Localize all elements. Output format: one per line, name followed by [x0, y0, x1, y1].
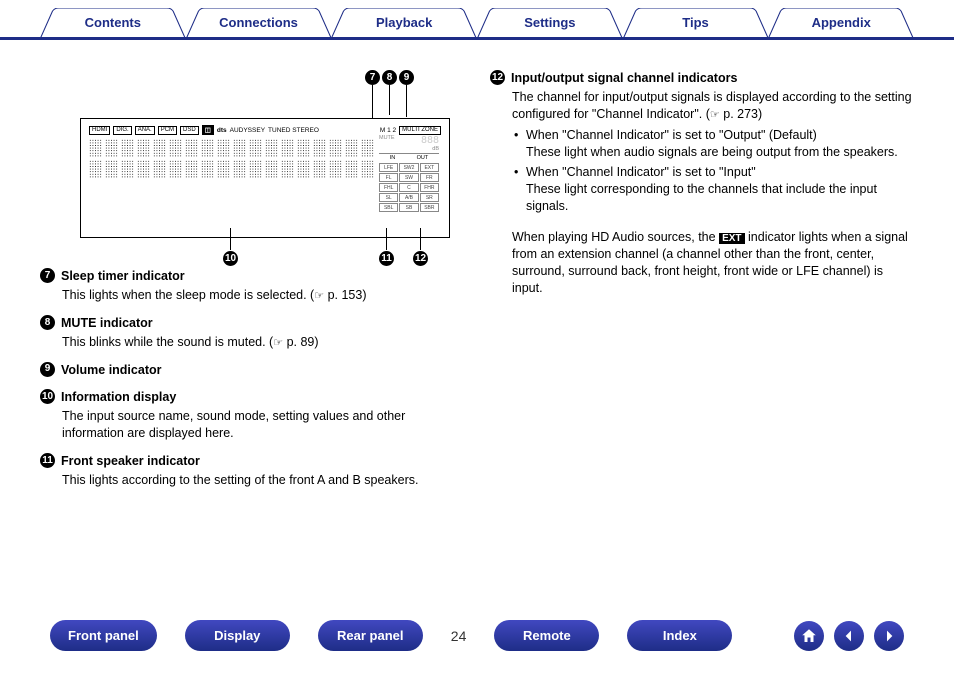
channel-sb: SB: [399, 203, 418, 212]
callout-10: 10: [223, 251, 238, 266]
item-12-pref[interactable]: p. 273: [723, 107, 758, 121]
nav-icons: [794, 621, 904, 651]
callout-12: 12: [413, 251, 428, 266]
label-audyssey: AUDYSSEY: [230, 127, 265, 134]
item-body: This lights when the sleep mode is selec…: [62, 288, 307, 302]
pref-link[interactable]: p. 89: [287, 335, 315, 349]
tab-playback[interactable]: Playback: [331, 8, 477, 37]
channel-panel: MUTE 888 dB IN OUT LFESW2EXTFLSWFRFHLCFH…: [379, 135, 439, 212]
items-left: 7 Sleep timer indicator This lights when t…: [40, 268, 460, 489]
home-icon[interactable]: [794, 621, 824, 651]
channel-sbr: SBR: [420, 203, 439, 212]
top-nav: Contents Connections Playback Settings T…: [0, 0, 954, 40]
btn-index[interactable]: Index: [627, 620, 732, 651]
label-m12: M 1 2: [380, 127, 396, 134]
page-number: 24: [451, 628, 467, 644]
next-icon[interactable]: [874, 621, 904, 651]
item-12-sub2-head: When "Channel Indicator" is set to "Inpu…: [526, 165, 756, 179]
item-12: 12 Input/output signal channel indicator…: [490, 70, 914, 297]
item-title: Information display: [61, 389, 176, 406]
item-12-sub1-body: These light when audio signals are being…: [526, 145, 898, 159]
callouts-bottom: 10 11 12: [80, 246, 450, 268]
btn-display[interactable]: Display: [185, 620, 290, 651]
tab-contents[interactable]: Contents: [40, 8, 186, 37]
channel-fl: FL: [379, 173, 398, 182]
item-11: 11 Front speaker indicator This lights acc…: [40, 453, 460, 489]
content: 7 8 9 HDMI DIG. ANA. PCM DSD ◫ dts AUDYS…: [0, 40, 954, 500]
tab-settings[interactable]: Settings: [477, 8, 623, 37]
bullet-9: 9: [40, 362, 55, 377]
callout-7: 7: [365, 70, 380, 85]
label-dts: dts: [217, 127, 227, 134]
channel-sr: SR: [420, 193, 439, 202]
bullet-12: 12: [490, 70, 505, 85]
tab-connections[interactable]: Connections: [186, 8, 332, 37]
label-ana: ANA.: [135, 126, 155, 135]
label-hdmi: HDMI: [89, 126, 110, 135]
bullet-10: 10: [40, 389, 55, 404]
label-dig: DIG.: [113, 126, 131, 135]
callout-8: 8: [382, 70, 397, 85]
bullet-7: 7: [40, 268, 55, 283]
callout-11: 11: [379, 251, 394, 266]
channel-grid: LFESW2EXT FLSWFR FHLCFHR SLA/BSR SBLSBSBR: [379, 163, 439, 212]
channel-sw2: SW2: [399, 163, 418, 172]
item-title: Volume indicator: [61, 362, 161, 379]
label-db: dB: [379, 146, 439, 152]
pointer-icon: ☞: [273, 337, 283, 349]
channel-fr: FR: [420, 173, 439, 182]
item-12-title: Input/output signal channel indicators: [511, 70, 737, 87]
item-10: 10 Information display The input source na…: [40, 389, 460, 442]
pointer-icon: ☞: [710, 109, 720, 121]
right-column: 12 Input/output signal channel indicator…: [490, 70, 914, 500]
pref-link[interactable]: p. 153: [328, 288, 363, 302]
item-body: This lights according to the setting of …: [62, 473, 418, 487]
label-dsd: DSD: [180, 126, 199, 135]
tab-appendix[interactable]: Appendix: [768, 8, 914, 37]
item-body: This blinks while the sound is muted.: [62, 335, 266, 349]
item-12-sub2-body: These light corresponding to the channel…: [526, 182, 877, 213]
label-pcm: PCM: [158, 126, 177, 135]
label-tuned: TUNED STEREO: [268, 127, 319, 134]
label-multizone: MULTI ZONE: [399, 126, 441, 135]
tab-tips[interactable]: Tips: [623, 8, 769, 37]
ext-badge: EXT: [719, 233, 744, 244]
bullet-11: 11: [40, 453, 55, 468]
item-8: 8 MUTE indicator This blinks while the sou…: [40, 315, 460, 351]
channel-a/b: A/B: [399, 193, 418, 202]
btn-front-panel[interactable]: Front panel: [50, 620, 157, 651]
callouts-top: 7 8 9: [80, 70, 450, 88]
channel-sw: SW: [399, 173, 418, 182]
prev-icon[interactable]: [834, 621, 864, 651]
channel-lfe: LFE: [379, 163, 398, 172]
diagram-top-row: HDMI DIG. ANA. PCM DSD ◫ dts AUDYSSEY TU…: [89, 125, 441, 135]
callout-9: 9: [399, 70, 414, 85]
display-diagram: HDMI DIG. ANA. PCM DSD ◫ dts AUDYSSEY TU…: [80, 118, 450, 238]
channel-sl: SL: [379, 193, 398, 202]
left-column: 7 8 9 HDMI DIG. ANA. PCM DSD ◫ dts AUDYS…: [40, 70, 460, 500]
item-9: 9 Volume indicator: [40, 362, 460, 379]
channel-c: C: [399, 183, 418, 192]
item-7: 7 Sleep timer indicator This lights when t…: [40, 268, 460, 304]
label-in: IN: [390, 155, 396, 161]
item-title: Sleep timer indicator: [61, 268, 185, 285]
bullet-8: 8: [40, 315, 55, 330]
item-12-sub1-head: When "Channel Indicator" is set to "Outp…: [526, 128, 817, 142]
bottom-nav: Front panel Display Rear panel 24 Remote…: [0, 620, 954, 651]
channel-fhl: FHL: [379, 183, 398, 192]
channel-sbl: SBL: [379, 203, 398, 212]
label-mute: MUTE: [379, 135, 395, 146]
btn-rear-panel[interactable]: Rear panel: [318, 620, 423, 651]
item-12-note1: When playing HD Audio sources, the: [512, 230, 716, 244]
channel-ext: EXT: [420, 163, 439, 172]
item-title: Front speaker indicator: [61, 453, 200, 470]
item-body: The input source name, sound mode, setti…: [62, 409, 405, 440]
item-title: MUTE indicator: [61, 315, 153, 332]
label-out: OUT: [417, 155, 429, 161]
pointer-icon: ☞: [314, 290, 324, 302]
btn-remote[interactable]: Remote: [494, 620, 599, 651]
channel-fhr: FHR: [420, 183, 439, 192]
